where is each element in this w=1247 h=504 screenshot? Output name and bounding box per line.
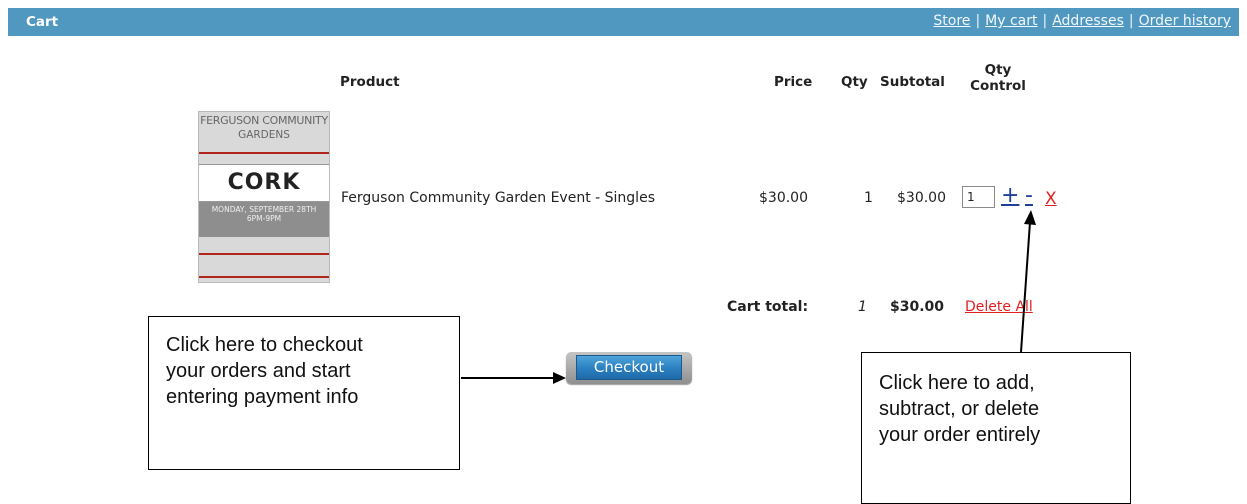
nav-link-addresses[interactable]: Addresses bbox=[1052, 13, 1124, 29]
column-header-qty-control-line1: Qty bbox=[984, 62, 1012, 78]
flyer-date-line1: MONDAY, SEPTEMBER 28TH bbox=[211, 205, 317, 214]
nav-separator: | bbox=[1128, 13, 1134, 29]
column-header-qty-control-line2: Control bbox=[970, 78, 1026, 94]
nav-link-my-cart[interactable]: My cart bbox=[985, 13, 1037, 29]
page-title: Cart bbox=[26, 14, 59, 30]
controls-arrow bbox=[1020, 210, 1036, 353]
column-header-subtotal: Subtotal bbox=[880, 74, 945, 90]
add-quantity-button[interactable]: + bbox=[1001, 183, 1019, 208]
column-header-product: Product bbox=[340, 74, 400, 90]
product-subtotal: $30.00 bbox=[897, 190, 946, 206]
column-header-qty: Qty bbox=[841, 74, 868, 90]
nav-separator: | bbox=[975, 13, 981, 29]
column-header-qty-control: Qty Control bbox=[962, 62, 1034, 94]
flyer-title-line1: FERGUSON COMMUNITY bbox=[200, 114, 328, 127]
top-nav: Store | My cart | Addresses | Order history bbox=[933, 13, 1231, 29]
flyer-divider bbox=[199, 152, 329, 154]
product-name: Ferguson Community Garden Event - Single… bbox=[341, 190, 655, 206]
delete-all-link[interactable]: Delete All bbox=[965, 299, 1033, 315]
cart-header-bar: Cart Store | My cart | Addresses | Order histo… bbox=[8, 8, 1239, 36]
product-thumbnail: FERGUSON COMMUNITY GARDENS CORK MONDAY, … bbox=[198, 111, 330, 283]
flyer-date-line2: 6PM-9PM bbox=[246, 214, 282, 223]
checkout-button-label: Checkout bbox=[576, 355, 682, 380]
flyer-logo-panel: CORK bbox=[199, 164, 329, 202]
nav-separator: | bbox=[1042, 13, 1048, 29]
flyer-logo: CORK bbox=[227, 170, 301, 195]
cart-total-label: Cart total: bbox=[727, 299, 809, 315]
product-qty: 1 bbox=[864, 190, 873, 206]
checkout-button[interactable]: Checkout bbox=[566, 352, 692, 384]
flyer-title-line2: GARDENS bbox=[238, 129, 290, 141]
nav-link-order-history[interactable]: Order history bbox=[1139, 13, 1231, 29]
controls-callout: Click here to add, subtract, or delete y… bbox=[861, 352, 1131, 504]
product-price: $30.00 bbox=[759, 190, 808, 206]
flyer-divider bbox=[199, 276, 329, 278]
column-header-price: Price bbox=[774, 74, 813, 90]
flyer-date-panel: MONDAY, SEPTEMBER 28TH 6PM-9PM bbox=[199, 202, 329, 237]
cart-total-amount: $30.00 bbox=[890, 299, 945, 315]
checkout-callout: Click here to checkout your orders and s… bbox=[148, 316, 460, 470]
subtract-quantity-button[interactable]: - bbox=[1025, 183, 1033, 208]
delete-item-button[interactable]: X bbox=[1045, 189, 1057, 209]
checkout-arrow bbox=[461, 372, 566, 384]
nav-link-store[interactable]: Store bbox=[933, 13, 970, 29]
flyer-divider bbox=[199, 253, 329, 255]
cart-total-qty: 1 bbox=[858, 299, 867, 315]
quantity-input[interactable] bbox=[962, 186, 995, 208]
